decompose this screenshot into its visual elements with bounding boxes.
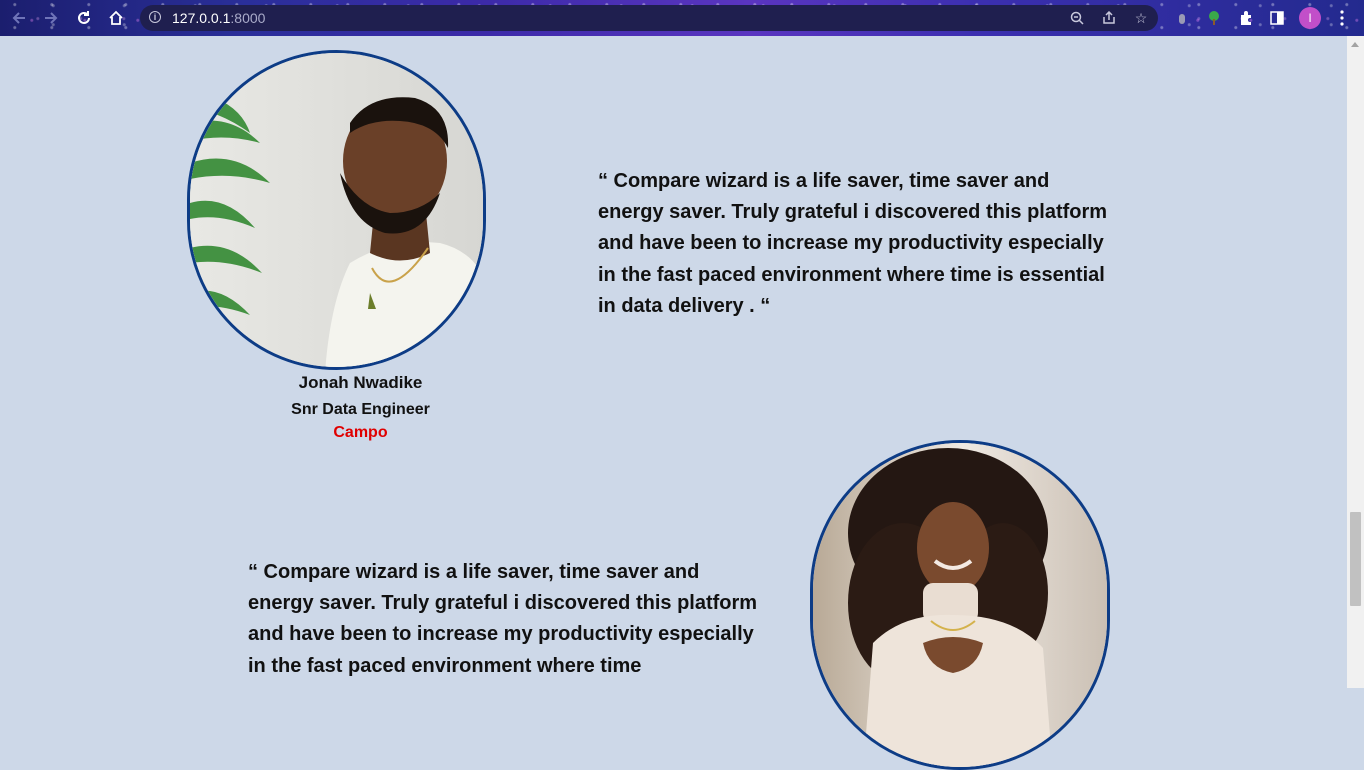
testimonial-photo-jonah xyxy=(187,50,486,370)
back-arrow-icon[interactable] xyxy=(8,7,30,29)
portrait-woman-image xyxy=(813,443,1107,767)
tree-extension-icon[interactable] xyxy=(1204,8,1224,28)
testimonial-role: Snr Data Engineer xyxy=(291,401,430,418)
testimonial-photo-woman xyxy=(810,440,1110,770)
reload-icon[interactable] xyxy=(73,7,95,29)
star-icon[interactable]: ☆ xyxy=(1132,9,1150,27)
profile-avatar[interactable]: I xyxy=(1299,7,1321,29)
testimonial-quote-1: “ Compare wizard is a life saver, time s… xyxy=(598,170,1108,317)
puzzle-icon[interactable] xyxy=(1236,8,1256,28)
page-scrollbar[interactable] xyxy=(1347,36,1364,688)
side-panel-icon[interactable] xyxy=(1267,8,1287,28)
scroll-up-arrow-icon[interactable] xyxy=(1351,42,1359,47)
testimonial-quote-2: “ Compare wizard is a life saver, time s… xyxy=(248,561,758,677)
url-text[interactable]: 127.0.0.1:8000 xyxy=(172,10,265,26)
testimonial-company: Campo xyxy=(333,424,388,441)
kebab-menu-icon[interactable] xyxy=(1332,8,1352,28)
scrollbar-thumb[interactable] xyxy=(1350,512,1361,606)
address-bar[interactable]: i 127.0.0.1:8000 ☆ xyxy=(140,5,1158,31)
home-icon[interactable] xyxy=(105,7,127,29)
site-info-icon[interactable]: i xyxy=(149,11,161,23)
testimonial-name: Jonah Nwadike xyxy=(298,373,423,392)
extension-icon[interactable] xyxy=(1172,8,1192,28)
portrait-man-image xyxy=(190,53,483,367)
forward-arrow-icon[interactable] xyxy=(40,7,62,29)
browser-toolbar: i 127.0.0.1:8000 ☆ I xyxy=(0,0,1364,36)
zoom-icon[interactable] xyxy=(1068,9,1086,27)
share-icon[interactable] xyxy=(1100,9,1118,27)
